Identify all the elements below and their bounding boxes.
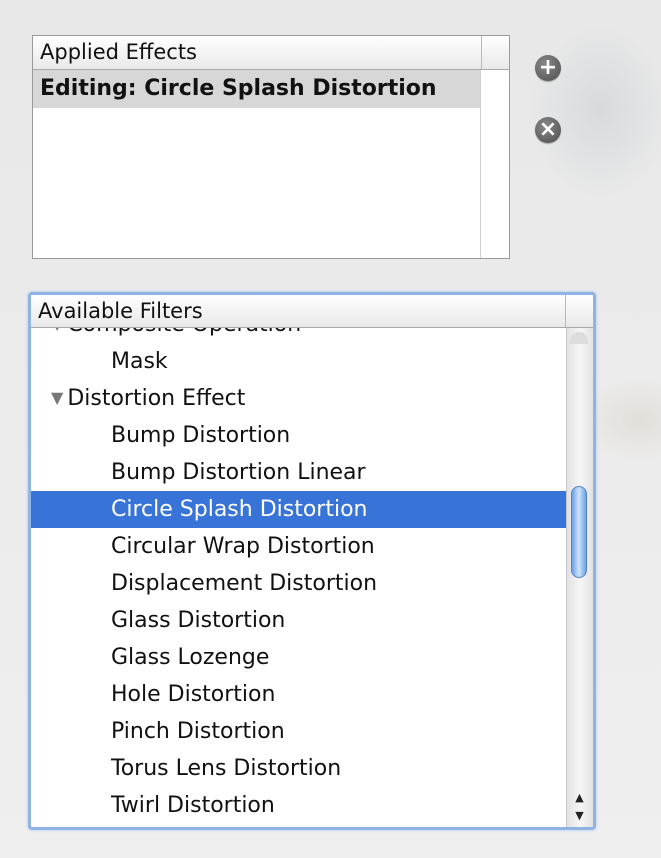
triangle-down-icon[interactable]: ▼ [51,379,63,416]
filter-item[interactable]: Displacement Distortion [31,565,567,602]
scroll-down-arrow-icon[interactable]: ▼ [567,807,592,825]
scroll-thumb[interactable] [571,486,587,578]
filter-item-selected[interactable]: Circle Splash Distortion [31,491,567,528]
filter-item[interactable]: Torus Lens Distortion [31,750,567,787]
filter-item[interactable]: Pinch Distortion [31,713,567,750]
x-circle-icon: × [538,117,558,142]
available-filters-header-label: Available Filters [38,299,203,323]
table-right-gutter [480,70,509,258]
filter-item[interactable]: Glass Distortion [31,602,567,639]
column-separator [565,295,566,327]
filter-category[interactable]: ▼ Distortion Effect [31,380,567,417]
remove-effect-button[interactable]: × [535,117,561,143]
plus-circle-icon: + [538,55,558,80]
filter-item[interactable]: Bump Distortion [31,417,567,454]
filter-category[interactable]: ▼Composite Operation [31,328,567,343]
available-filters-header[interactable]: Available Filters [31,295,593,328]
filter-item[interactable]: Twirl Distortion [31,787,567,824]
filter-item[interactable]: Bump Distortion Linear [31,454,567,491]
add-effect-button[interactable]: + [535,55,561,81]
available-filters-table[interactable]: Available Filters ▼Composite Operation M… [28,292,596,830]
applied-effects-header-label: Applied Effects [40,40,197,64]
filter-item[interactable]: Mask [31,343,567,380]
filter-item[interactable]: Circular Wrap Distortion [31,528,567,565]
scroll-up-arrow-icon[interactable]: ▲ [567,789,592,807]
triangle-down-icon[interactable]: ▼ [51,328,63,342]
applied-effect-row[interactable]: Editing: Circle Splash Distortion [33,70,509,108]
applied-effects-table[interactable]: Applied Effects Editing: Circle Splash D… [32,35,510,259]
filters-list[interactable]: ▼Composite Operation Mask ▼Distortion Ef… [31,328,567,827]
filter-item[interactable]: Glass Lozenge [31,639,567,676]
scroll-track-cap [570,332,588,344]
applied-effects-header[interactable]: Applied Effects [33,36,509,70]
filter-item[interactable]: Hole Distortion [31,676,567,713]
vertical-scrollbar[interactable]: ▲ ▼ [566,328,593,827]
column-separator [481,36,482,69]
